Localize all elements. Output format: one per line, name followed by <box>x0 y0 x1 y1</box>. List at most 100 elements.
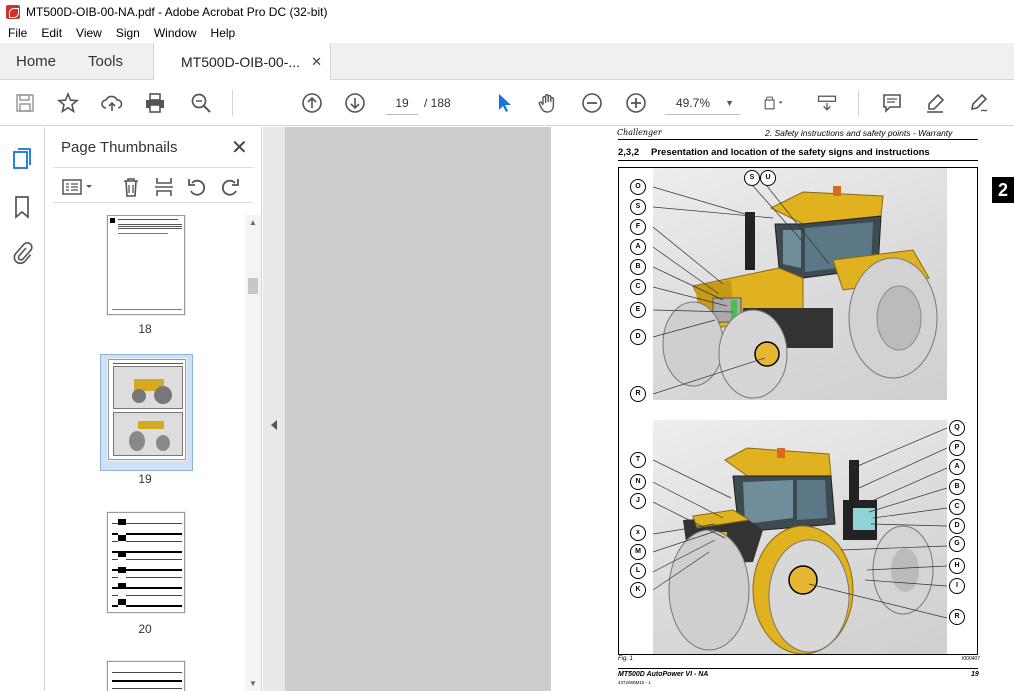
callout-label: S <box>630 199 646 215</box>
footer-model: MT500D AutoPower VI - NA <box>618 671 709 678</box>
menu-window[interactable]: Window <box>147 26 204 40</box>
print-icon[interactable] <box>143 91 167 115</box>
header-rule <box>618 139 978 140</box>
collapse-panel-icon[interactable] <box>271 420 277 430</box>
tab-home[interactable]: Home <box>16 43 56 80</box>
thumbnail-page-20[interactable] <box>107 512 185 613</box>
menu-bar: File Edit View Sign Window Help <box>0 23 1014 43</box>
callout-label: I <box>949 578 965 594</box>
comment-icon[interactable] <box>880 91 904 115</box>
upload-icon[interactable] <box>100 91 124 115</box>
callout-label: B <box>630 259 646 275</box>
left-nav-rail <box>0 127 45 691</box>
page-up-icon[interactable] <box>300 91 324 115</box>
toolbar-divider <box>232 90 233 116</box>
thumbnail-scrollbar[interactable]: ▲ ▼ <box>245 215 261 691</box>
footer-part-number: 4372060M10 - 1 <box>618 680 651 685</box>
thumbnail-content <box>118 519 126 607</box>
tab-tools[interactable]: Tools <box>88 43 123 80</box>
callout-label: E <box>630 302 646 318</box>
menu-view[interactable]: View <box>69 26 109 40</box>
callout-label: R <box>949 609 965 625</box>
thumbnail-content <box>129 431 145 451</box>
thumbnail-content <box>118 233 168 234</box>
zoom-search-icon[interactable] <box>189 91 213 115</box>
bookmarks-icon[interactable] <box>11 195 33 219</box>
toolbar-divider <box>858 90 859 116</box>
callout-label: R <box>630 386 646 402</box>
section-title: Presentation and location of the safety … <box>651 147 930 158</box>
fit-page-icon[interactable] <box>759 91 789 115</box>
pdf-page: Challenger 2. Safety instructions and sa… <box>551 127 1014 691</box>
extract-page-icon[interactable] <box>153 176 175 198</box>
section-number: 2,3,2 <box>618 147 640 158</box>
figure-label: Fig. 1 <box>618 656 634 662</box>
select-arrow-icon[interactable] <box>492 91 516 115</box>
sign-icon[interactable] <box>967 91 991 115</box>
page-down-icon[interactable] <box>343 91 367 115</box>
attachments-icon[interactable] <box>11 241 33 265</box>
scroll-up-icon[interactable]: ▲ <box>249 218 257 227</box>
thumbnail-page-18[interactable] <box>107 215 185 315</box>
zoom-level-select[interactable]: 49.7% ▼ <box>665 91 740 115</box>
main-toolbar: 19 / 188 49.7% ▼ <box>0 80 1014 126</box>
menu-sign[interactable]: Sign <box>109 26 147 40</box>
hand-icon[interactable] <box>536 91 560 115</box>
document-view[interactable]: Challenger 2. Safety instructions and sa… <box>285 127 1014 691</box>
callout-label: S <box>744 170 760 186</box>
thumbnail-options-icon[interactable] <box>61 176 95 198</box>
page-thumbnails-icon[interactable] <box>11 147 33 171</box>
zoom-in-icon[interactable] <box>624 91 648 115</box>
scroll-down-icon[interactable]: ▼ <box>249 679 257 688</box>
tractor-photo-top <box>653 168 947 400</box>
rotate-right-icon[interactable] <box>219 176 241 198</box>
thumbnail-content <box>156 435 170 451</box>
thumbnail-content <box>113 412 183 456</box>
callout-label: B <box>949 479 965 495</box>
menu-edit[interactable]: Edit <box>34 26 69 40</box>
tab-document-label: MT500D-OIB-00-... <box>181 54 301 70</box>
callout-label: D <box>949 518 965 534</box>
thumbnail-content <box>132 389 146 403</box>
callout-label: O <box>630 179 646 195</box>
window-title: MT500D-OIB-00-NA.pdf - Adobe Acrobat Pro… <box>26 4 328 19</box>
thumbnail-list: 18 19 20 <box>45 215 245 691</box>
thumbnail-page-19[interactable] <box>108 359 186 460</box>
panel-close-icon[interactable]: ✕ <box>231 135 248 160</box>
menu-file[interactable]: File <box>0 26 34 40</box>
panel-splitter[interactable] <box>263 127 285 691</box>
tab-document[interactable]: MT500D-OIB-00-... ✕ <box>153 43 331 81</box>
callout-label: F <box>630 219 646 235</box>
footer-page-number: 19 <box>971 671 979 678</box>
tab-close-icon[interactable]: ✕ <box>311 54 322 70</box>
page-header: 2. Safety instructions and safety points… <box>765 128 953 138</box>
callout-label: A <box>949 459 965 475</box>
callout-label: P <box>949 440 965 456</box>
callout-label: G <box>949 536 965 552</box>
highlight-icon[interactable] <box>923 91 947 115</box>
rotate-left-icon[interactable] <box>186 176 208 198</box>
callout-label: N <box>630 474 646 490</box>
thumbnail-page-21[interactable] <box>107 661 185 691</box>
menu-help[interactable]: Help <box>204 26 243 40</box>
scroll-mode-icon[interactable] <box>814 91 840 115</box>
figure-frame: O S F A B C E D R S U T N J x M L K Q P … <box>618 167 978 655</box>
callout-label: D <box>630 329 646 345</box>
callout-label: A <box>630 239 646 255</box>
callout-label: x <box>630 525 646 541</box>
zoom-out-icon[interactable] <box>580 91 604 115</box>
tab-bar: Home Tools MT500D-OIB-00-... ✕ <box>0 43 1014 81</box>
callout-label: Q <box>949 420 965 436</box>
scrollbar-thumb[interactable] <box>248 278 258 294</box>
figure-code: I000407 <box>962 656 981 662</box>
delete-page-icon[interactable] <box>120 176 142 198</box>
acrobat-icon <box>6 4 20 19</box>
bookmark-star-icon[interactable] <box>56 91 80 115</box>
page-number-input[interactable]: 19 <box>386 91 418 115</box>
callout-label: M <box>630 544 646 560</box>
thumbnail-label: 19 <box>138 472 152 486</box>
thumbnail-content <box>138 421 164 429</box>
save-icon[interactable] <box>13 91 37 115</box>
page-total: / 188 <box>424 96 451 110</box>
page-thumbnails-panel: Page Thumbnails ✕ 18 19 20 ▲ ▼ <box>45 127 262 691</box>
